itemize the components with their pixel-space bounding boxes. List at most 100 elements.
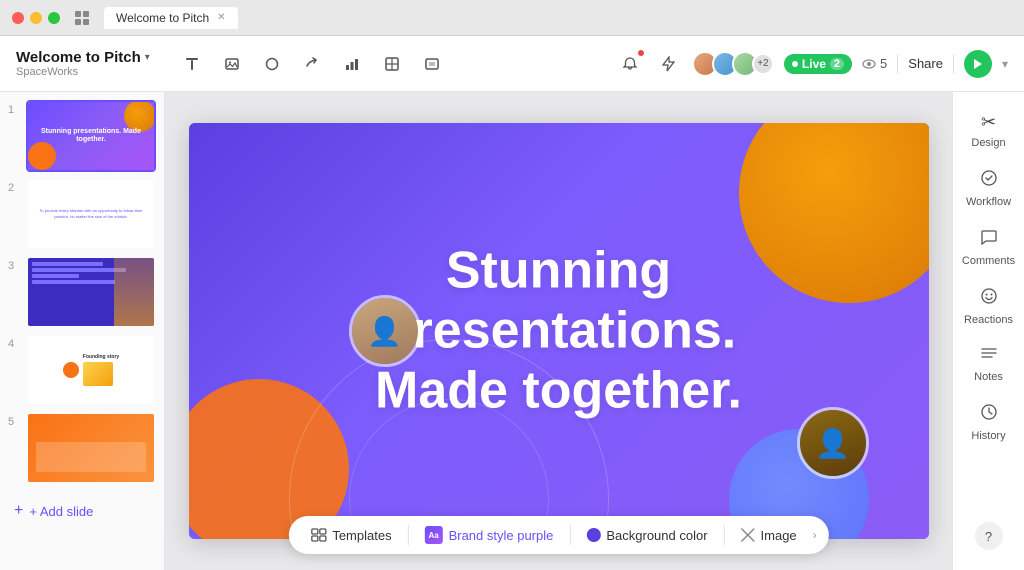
tab-close-icon[interactable]: ✕ [217, 12, 225, 23]
views-number: 5 [880, 56, 887, 71]
slide-number-1: 1 [8, 104, 20, 116]
workflow-tool-button[interactable]: Workflow [959, 161, 1019, 216]
avatar-overflow-count: +2 [752, 53, 774, 75]
plus-icon: + [14, 502, 23, 520]
comments-label: Comments [962, 255, 1015, 267]
notification-bell-button[interactable] [616, 50, 644, 78]
slide-preview-inner-4: Founding story [28, 336, 154, 404]
tool-bar [178, 50, 446, 78]
notes-label: Notes [974, 371, 1003, 383]
close-button[interactable] [12, 12, 24, 24]
share-button[interactable]: Share [908, 56, 943, 71]
history-label: History [971, 430, 1005, 442]
slide-thumb-5[interactable]: 5 [8, 412, 156, 484]
slide-preview-1: Stunning presentations. Made together. [26, 100, 156, 172]
views-count: 5 [862, 56, 887, 71]
reactions-label: Reactions [964, 314, 1013, 326]
present-options-chevron[interactable]: ▾ [1002, 57, 1008, 71]
slide-number-4: 4 [8, 338, 20, 350]
live-dot [792, 61, 798, 67]
header: Welcome to Pitch ▾ SpaceWorks [0, 36, 1024, 92]
presenter-avatar-1: 👤 [349, 295, 421, 367]
grid-icon [72, 8, 92, 28]
presentation-title: Welcome to Pitch [16, 49, 141, 66]
minimize-button[interactable] [30, 12, 42, 24]
slide-thumb-2[interactable]: 2 To provide every Martian with an oppor… [8, 178, 156, 250]
live-badge: Live 2 [784, 54, 852, 74]
workspace-name: SpaceWorks [16, 66, 150, 78]
notification-dot [638, 50, 644, 56]
workflow-icon [980, 169, 998, 192]
background-color-label: Background color [606, 528, 707, 543]
right-sidebar: ✂ Design Workflow Comments Reactions [952, 92, 1024, 570]
header-title-area: Welcome to Pitch ▾ SpaceWorks [16, 49, 170, 78]
toolbar-divider-1 [408, 525, 409, 545]
notes-icon [980, 346, 998, 367]
slide-preview-3 [26, 256, 156, 328]
separator [897, 54, 898, 74]
reactions-tool-button[interactable]: Reactions [959, 279, 1019, 334]
design-tool-button[interactable]: ✂ Design [959, 104, 1019, 157]
toolbar-divider-2 [569, 525, 570, 545]
add-slide-label: + Add slide [29, 504, 93, 519]
header-right: +2 Live 2 5 Share ▾ [616, 50, 1008, 78]
canvas-area: Stunning presentations. Made together. 👤… [165, 92, 952, 570]
chart-tool-button[interactable] [338, 50, 366, 78]
main-content: 1 Stunning presentations. Made together. [0, 92, 1024, 570]
arrow-tool-button[interactable] [298, 50, 326, 78]
help-button[interactable]: ? [975, 522, 1003, 550]
slide-preview-inner-3 [28, 258, 154, 326]
avatar-face-1: 👤 [352, 298, 418, 364]
image-tool-button[interactable] [218, 50, 246, 78]
image-label: Image [761, 528, 797, 543]
title-bar: Welcome to Pitch ✕ [0, 0, 1024, 36]
toolbar-divider-3 [724, 525, 725, 545]
live-label: Live [802, 57, 826, 71]
circle-tool-button[interactable] [258, 50, 286, 78]
comments-tool-button[interactable]: Comments [959, 220, 1019, 275]
workflow-label: Workflow [966, 196, 1011, 208]
add-slide-button[interactable]: + + Add slide [8, 494, 156, 528]
slide-preview-inner-5 [28, 414, 154, 482]
brand-style-label: Brand style purple [449, 528, 554, 543]
design-label: Design [971, 137, 1005, 149]
templates-button[interactable]: Templates [300, 524, 401, 547]
history-icon [980, 403, 998, 426]
slide-canvas[interactable]: Stunning presentations. Made together. 👤… [189, 123, 929, 539]
tab[interactable]: Welcome to Pitch ✕ [104, 7, 238, 29]
slide-preview-2: To provide every Martian with an opportu… [26, 178, 156, 250]
text-tool-button[interactable] [178, 50, 206, 78]
slide-number-2: 2 [8, 182, 20, 194]
reactions-icon [980, 287, 998, 310]
slide-number-5: 5 [8, 416, 20, 428]
slide-thumb-1[interactable]: 1 Stunning presentations. Made together. [8, 100, 156, 172]
slide-4-text: Founding story [83, 354, 119, 360]
slide-2-text: To provide every Martian with an opportu… [34, 208, 148, 219]
background-color-button[interactable]: Background color [576, 524, 717, 547]
slide-preview-4: Founding story [26, 334, 156, 406]
app: Welcome to Pitch ▾ SpaceWorks [0, 36, 1024, 570]
lightning-button[interactable] [654, 50, 682, 78]
present-button[interactable] [964, 50, 992, 78]
scissors-icon: ✂ [981, 112, 996, 133]
brand-style-button[interactable]: Aa Brand style purple [415, 522, 564, 548]
slide-text-line2: Made together. [263, 361, 855, 421]
slide-number-3: 3 [8, 260, 20, 272]
templates-label: Templates [332, 528, 391, 543]
toolbar-expand-chevron[interactable]: › [813, 528, 817, 542]
slide-thumb-4[interactable]: 4 Founding story [8, 334, 156, 406]
slide-preview-inner-2: To provide every Martian with an opportu… [28, 180, 154, 248]
presenter-avatar-2: 👤 [797, 407, 869, 479]
image-button[interactable]: Image [731, 524, 807, 547]
background-color-dot [586, 528, 600, 542]
title-chevron-icon[interactable]: ▾ [145, 52, 150, 63]
bottom-toolbar: Templates Aa Brand style purple Backgrou… [288, 516, 828, 554]
maximize-button[interactable] [48, 12, 60, 24]
history-tool-button[interactable]: History [959, 395, 1019, 450]
slide-panel: 1 Stunning presentations. Made together. [0, 92, 165, 570]
table-tool-button[interactable] [378, 50, 406, 78]
slide-thumb-3[interactable]: 3 [8, 256, 156, 328]
separator-2 [953, 54, 954, 74]
notes-tool-button[interactable]: Notes [959, 338, 1019, 391]
embed-tool-button[interactable] [418, 50, 446, 78]
